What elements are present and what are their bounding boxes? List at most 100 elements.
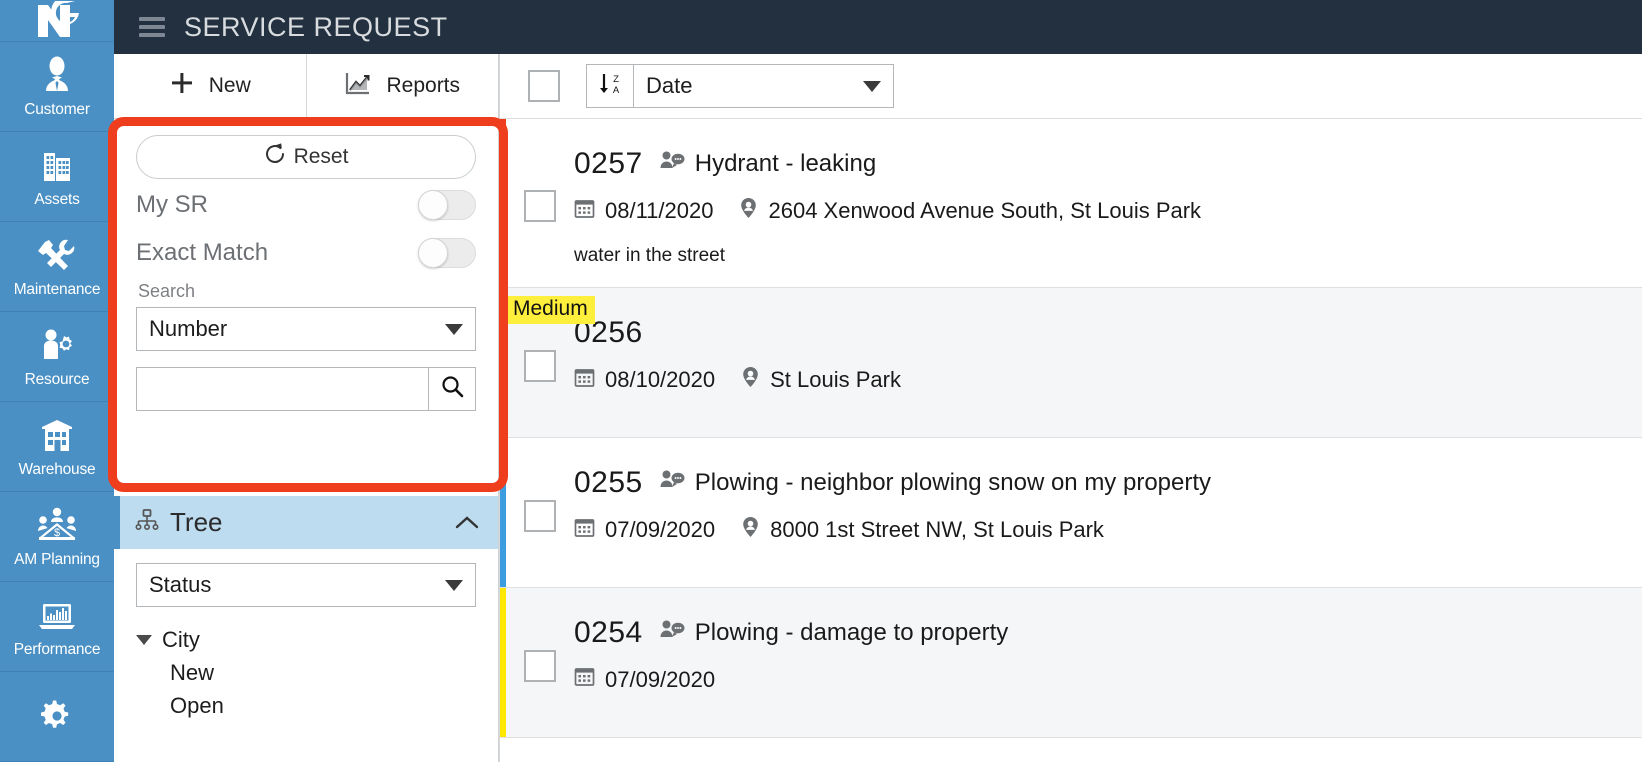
nav-item-label: AM Planning: [14, 551, 100, 568]
row-location: 2604 Xenwood Avenue South, St Louis Park: [739, 197, 1201, 225]
tree-section-body: Status City New Open: [114, 549, 498, 762]
chevron-up-icon[interactable]: [454, 510, 480, 536]
calendar-icon: [574, 367, 595, 394]
row-location-label: 8000 1st Street NW, St Louis Park: [770, 517, 1104, 542]
row-header-line: 0254 Plowing - damage to property: [574, 614, 1642, 652]
nav-item-performance[interactable]: Performance: [0, 582, 114, 672]
service-request-app: Customer Assets Maintenance Resource War…: [0, 0, 1642, 762]
sort-control: Z A Date: [586, 64, 894, 108]
hamburger-menu-icon[interactable]: [139, 17, 165, 37]
service-request-list-column: Z A Date 0257 Hydrant - leaking 08/11/20…: [499, 54, 1642, 762]
table-row[interactable]: 0254 Plowing - damage to property 07/09/…: [500, 588, 1642, 738]
nav-item-warehouse[interactable]: Warehouse: [0, 402, 114, 492]
reports-button-label: Reports: [386, 74, 461, 97]
new-button-label: New: [208, 74, 251, 97]
my-sr-toggle[interactable]: [418, 190, 476, 220]
row-location-label: St Louis Park: [770, 367, 901, 392]
row-content: 0255 Plowing - neighbor plowing snow on …: [574, 438, 1642, 587]
row-checkbox-cell: [506, 119, 574, 287]
app-logo[interactable]: [0, 0, 114, 42]
tree-node-list: City New Open: [136, 623, 476, 722]
table-row[interactable]: 0257 Hydrant - leaking 08/11/2020 2604 X…: [500, 119, 1642, 288]
search-field-value: Number: [149, 316, 228, 341]
new-button[interactable]: New: [114, 54, 307, 118]
chevron-down-icon: [445, 323, 463, 335]
nav-item-assets[interactable]: Assets: [0, 132, 114, 222]
row-checkbox[interactable]: [524, 190, 556, 222]
row-date: 07/09/2020: [574, 517, 715, 544]
reset-button[interactable]: Reset: [136, 135, 476, 179]
nav-item-label: Maintenance: [13, 281, 101, 298]
left-toolbar: New Reports: [114, 54, 498, 119]
row-type-label: Plowing - damage to property: [694, 619, 1009, 646]
map-marker-icon: [741, 516, 760, 544]
exact-match-toggle[interactable]: [418, 238, 476, 268]
svg-text:A: A: [613, 85, 620, 96]
ng-monogram-logo: [38, 0, 79, 37]
my-sr-label: My SR: [136, 191, 208, 218]
search-field-select[interactable]: Number: [136, 307, 476, 351]
row-date: 08/11/2020: [574, 198, 713, 225]
row-meta-line: 07/09/2020 8000 1st Street NW, St Louis …: [574, 516, 1642, 544]
row-meta-line: 08/11/2020 2604 Xenwood Avenue South, St…: [574, 197, 1642, 225]
nav-item-label: Assets: [34, 191, 80, 208]
nav-item-am-planning[interactable]: $ AM Planning: [0, 492, 114, 582]
row-type-label: Plowing - neighbor plowing snow on my pr…: [694, 469, 1212, 496]
tree-node-new[interactable]: New: [136, 656, 476, 689]
warehouse-icon: [37, 413, 77, 455]
search-row: [136, 367, 476, 411]
table-row[interactable]: 0255 Plowing - neighbor plowing snow on …: [500, 438, 1642, 588]
sort-desc-za-icon: Z A: [596, 70, 624, 103]
people-table-money-icon: $: [36, 503, 78, 545]
nav-item-label: Warehouse: [18, 461, 96, 478]
toggle-knob: [418, 190, 448, 220]
service-request-list[interactable]: 0257 Hydrant - leaking 08/11/2020 2604 X…: [500, 119, 1642, 762]
search-button[interactable]: [428, 367, 476, 411]
plus-icon: [169, 70, 195, 102]
sort-direction-button[interactable]: Z A: [586, 64, 634, 108]
row-location: St Louis Park: [741, 366, 901, 394]
nav-item-label: Resource: [24, 371, 90, 388]
list-toolbar: Z A Date: [500, 54, 1642, 119]
row-checkbox[interactable]: [524, 499, 556, 532]
row-number: 0257: [574, 147, 643, 180]
row-content: 0257 Hydrant - leaking 08/11/2020 2604 X…: [574, 119, 1642, 287]
nav-item-settings[interactable]: [0, 672, 114, 762]
row-header-line: 0256: [574, 314, 1642, 352]
row-type: Plowing - damage to property: [659, 619, 1009, 648]
sort-field-select[interactable]: Date: [634, 64, 894, 108]
exact-match-label: Exact Match: [136, 239, 269, 266]
tree-node-city[interactable]: City: [136, 623, 476, 656]
tree-node-label: Open: [170, 692, 224, 718]
row-checkbox[interactable]: [524, 349, 556, 382]
calendar-icon: [574, 517, 595, 544]
nav-item-maintenance[interactable]: Maintenance: [0, 222, 114, 312]
nav-item-customer[interactable]: Customer: [0, 42, 114, 132]
refresh-icon: [264, 143, 286, 171]
status-badge: Medium: [506, 296, 595, 324]
row-header-line: 0255 Plowing - neighbor plowing snow on …: [574, 464, 1642, 502]
row-date-label: 08/10/2020: [605, 367, 716, 392]
tree-group-by-value: Status: [149, 572, 212, 597]
table-row[interactable]: Medium 0256 08/10/2020 St Louis Park: [500, 288, 1642, 438]
left-nav-rail: Customer Assets Maintenance Resource War…: [0, 0, 114, 762]
reports-button[interactable]: Reports: [307, 54, 499, 118]
row-meta-line: 07/09/2020: [574, 666, 1642, 693]
chart-line-icon: [344, 70, 372, 102]
row-date: 08/10/2020: [574, 367, 715, 394]
right-pane: SERVICE REQUEST New Reports Reset My SR …: [114, 0, 1642, 762]
search-input[interactable]: [136, 367, 428, 411]
tree-group-by-select[interactable]: Status: [136, 563, 476, 607]
map-marker-icon: [739, 197, 758, 225]
triangle-down-icon[interactable]: [136, 634, 152, 645]
row-checkbox[interactable]: [524, 649, 556, 682]
tree-node-label: New: [170, 659, 215, 685]
tree-node-open[interactable]: Open: [136, 689, 476, 722]
row-content: 0256 08/10/2020 St Louis Park: [574, 288, 1642, 437]
select-all-checkbox[interactable]: [528, 70, 560, 102]
row-type: Plowing - neighbor plowing snow on my pr…: [659, 469, 1211, 498]
nav-item-label: Performance: [13, 641, 101, 658]
nav-item-resource[interactable]: Resource: [0, 312, 114, 402]
row-location-label: 2604 Xenwood Avenue South, St Louis Park: [768, 198, 1202, 223]
tree-section-header[interactable]: Tree: [114, 496, 498, 549]
